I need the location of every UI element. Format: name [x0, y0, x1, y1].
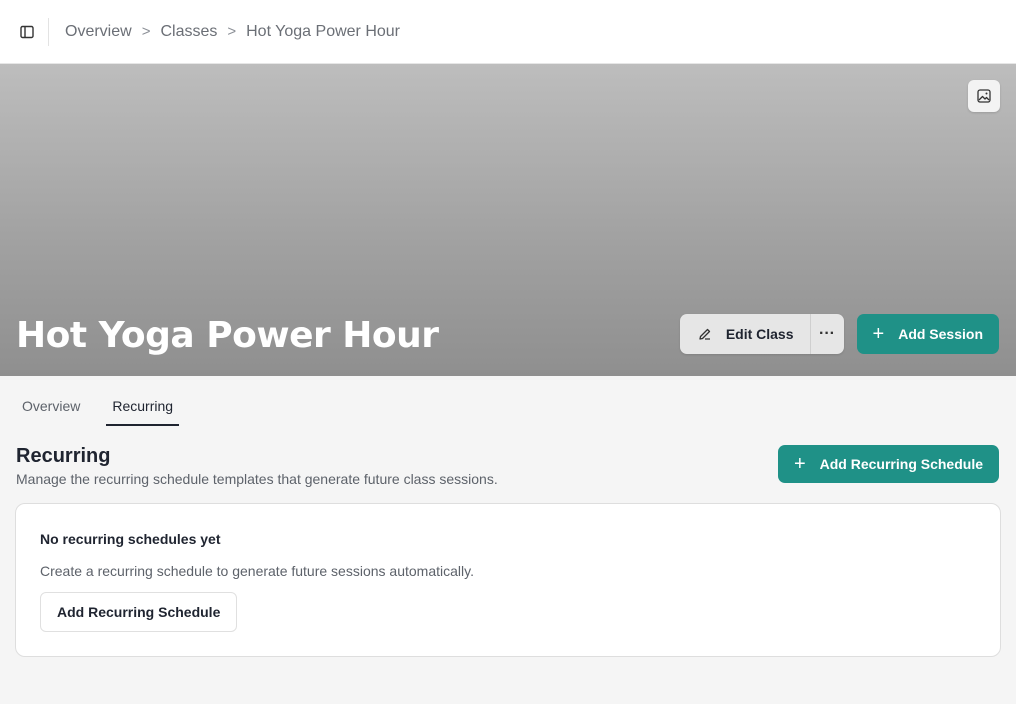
add-recurring-schedule-button[interactable]: + Add Recurring Schedule: [777, 445, 999, 483]
recurring-section-header: Recurring Manage the recurring schedule …: [0, 445, 1016, 489]
plus-icon: +: [793, 453, 806, 475]
breadcrumb-overview[interactable]: Overview: [65, 23, 132, 41]
top-divider: [48, 17, 49, 46]
section-title: Recurring: [16, 445, 111, 467]
breadcrumb-current: Hot Yoga Power Hour: [246, 22, 400, 40]
breadcrumb: Overview > Classes > Hot Yoga Power Hour: [65, 23, 400, 41]
top-bar: Overview > Classes > Hot Yoga Power Hour: [0, 0, 1016, 64]
hero-actions: Edit Class ··· + Add Session: [679, 314, 999, 354]
breadcrumb-separator: >: [227, 23, 237, 40]
tab-bar: Overview Recurring: [0, 398, 1016, 426]
image-icon: [977, 89, 991, 103]
change-cover-image-button[interactable]: [968, 80, 1000, 112]
add-session-button[interactable]: + Add Session: [856, 314, 999, 354]
edit-icon: [699, 328, 710, 340]
tab-overview[interactable]: Overview: [16, 398, 86, 426]
more-options-button[interactable]: ···: [811, 314, 844, 354]
empty-state-title: No recurring schedules yet: [40, 531, 221, 547]
add-session-label: Add Session: [898, 326, 983, 342]
breadcrumb-classes[interactable]: Classes: [160, 23, 217, 41]
edit-class-label: Edit Class: [725, 326, 794, 342]
plus-icon: +: [872, 323, 885, 345]
add-recurring-schedule-label: Add Recurring Schedule: [819, 456, 983, 472]
empty-state-description: Create a recurring schedule to generate …: [40, 563, 474, 579]
breadcrumb-separator: >: [141, 23, 151, 40]
edit-class-button-group: Edit Class ···: [679, 314, 844, 354]
tab-recurring[interactable]: Recurring: [106, 398, 180, 426]
sidebar-toggle-icon[interactable]: [16, 21, 38, 43]
page-title: Hot Yoga Power Hour: [16, 315, 439, 356]
class-hero-banner: Hot Yoga Power Hour Edit Class ··· + Add…: [0, 64, 1016, 376]
section-subtitle: Manage the recurring schedule templates …: [16, 471, 498, 487]
empty-state-add-button[interactable]: Add Recurring Schedule: [40, 592, 238, 632]
empty-state-card: No recurring schedules yet Create a recu…: [15, 503, 1001, 657]
edit-class-button[interactable]: Edit Class: [680, 314, 811, 354]
